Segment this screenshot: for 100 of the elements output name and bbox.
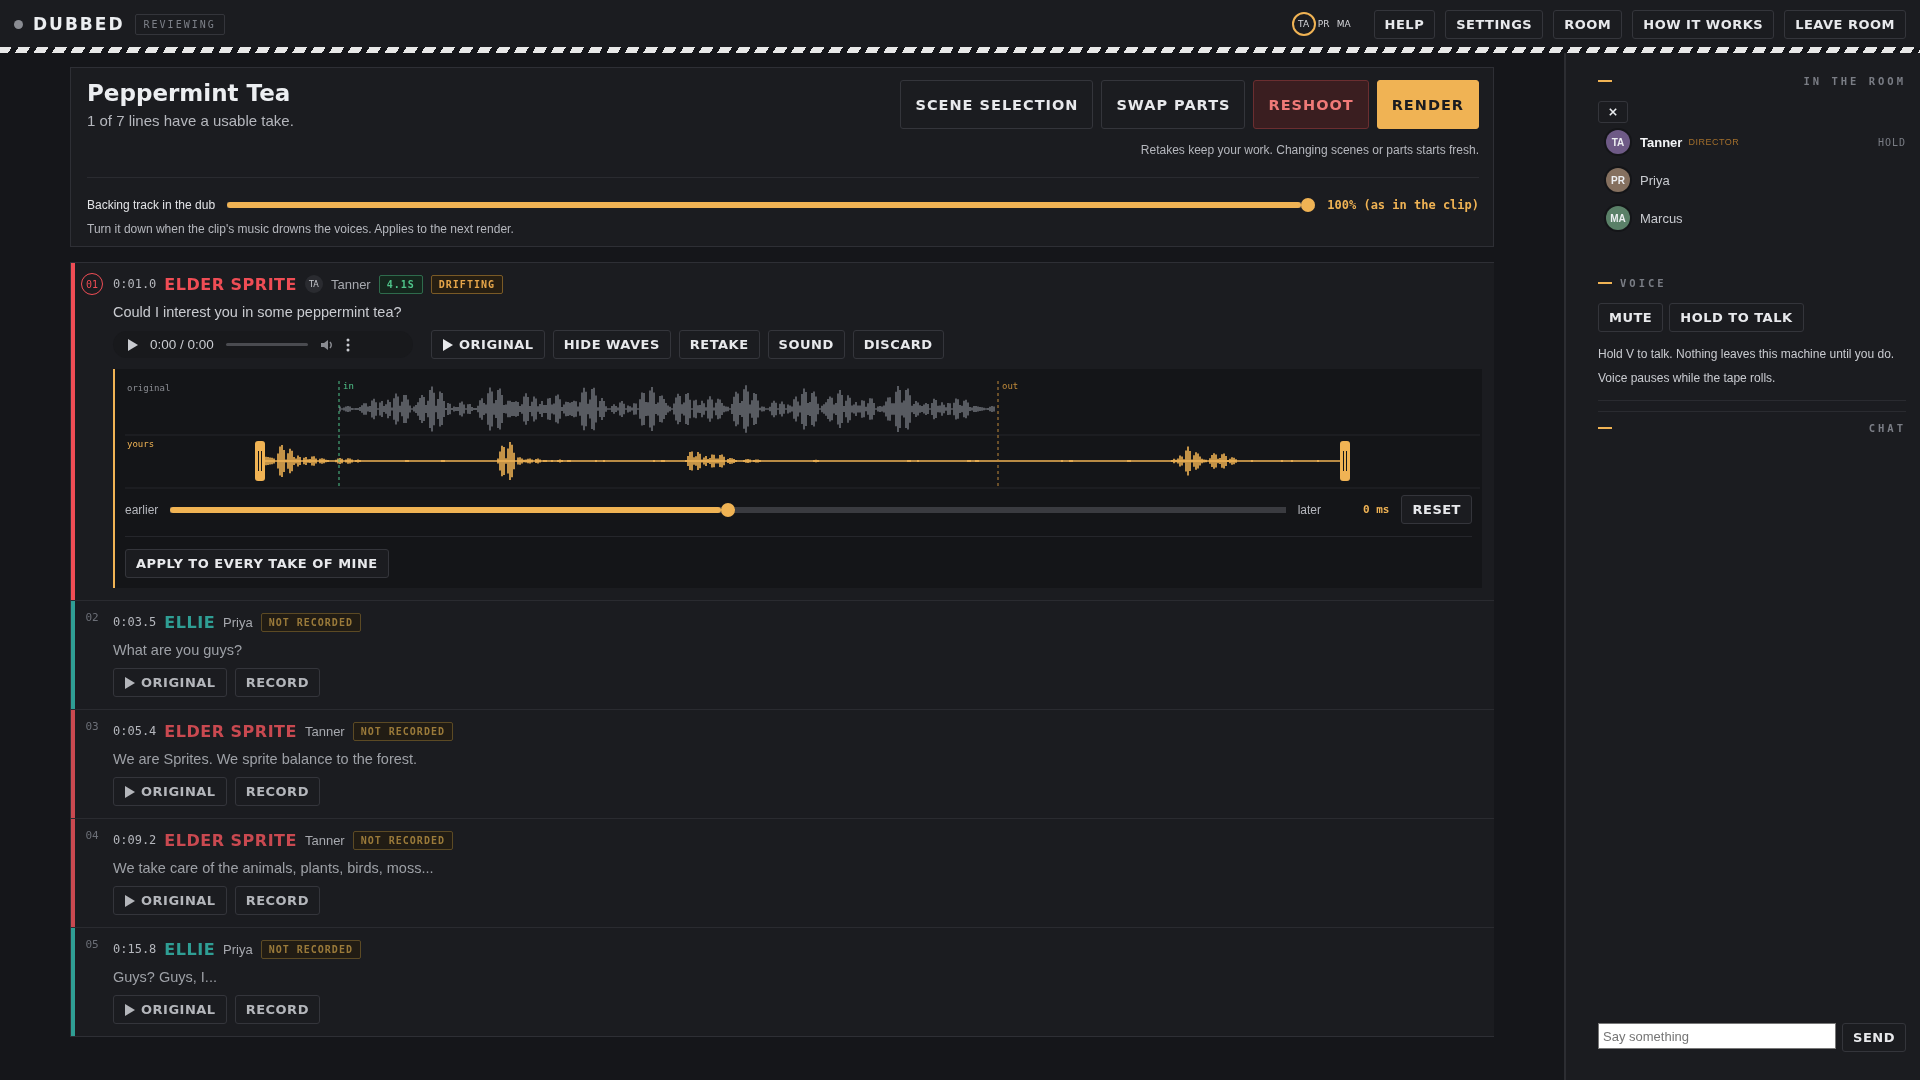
- action-button[interactable]: SCENE SELECTION: [900, 80, 1094, 129]
- status-dot: [14, 19, 23, 29]
- actor-name: Tanner: [330, 276, 371, 292]
- line-time: 0:03.5: [113, 615, 157, 629]
- voice-hint: Hold V to talk. Nothing leaves this machine until you do.: [1598, 346, 1896, 363]
- actor-name: Tanner: [304, 832, 345, 848]
- line-text: What are you guys?: [113, 642, 243, 658]
- status-badge: NOT RECORDED: [352, 830, 453, 850]
- line-action-button[interactable]: ORIGINAL: [113, 777, 227, 806]
- member-avatar: MA: [1606, 206, 1630, 230]
- participant-avatar: PR: [1316, 18, 1331, 31]
- progress-track[interactable]: [225, 343, 308, 346]
- character-name: ELDER SPRITE: [164, 721, 297, 741]
- nav-button[interactable]: HOW IT WORKS: [1632, 9, 1775, 39]
- trim-handle[interactable]: [1340, 441, 1350, 481]
- status-badge: 4.1S: [378, 274, 423, 294]
- scene-note: Retakes keep your work. Changing scenes or parts starts fresh.: [1139, 143, 1479, 157]
- character-name: ELDER SPRITE: [164, 274, 297, 294]
- line-number: 03: [85, 720, 99, 735]
- status-badge: NOT RECORDED: [260, 939, 361, 959]
- line-action-button[interactable]: DISCARD: [852, 330, 944, 359]
- row-label: original: [127, 383, 171, 393]
- action-button[interactable]: RENDER: [1376, 80, 1479, 129]
- playback-time: 0:00 / 0:00: [150, 337, 214, 352]
- play-icon[interactable]: [127, 338, 138, 351]
- app-logo: DUBBED: [33, 14, 125, 34]
- line-time: 0:09.2: [113, 833, 157, 847]
- character-name: ELLIE: [164, 612, 216, 632]
- volume-icon[interactable]: [319, 337, 334, 352]
- close-icon: [1609, 107, 1617, 117]
- member-avatar: PR: [1606, 168, 1630, 192]
- actor-name: Priya: [223, 614, 253, 630]
- member-name: Tanner: [1640, 134, 1683, 150]
- line-time: 0:05.4: [113, 724, 157, 738]
- line-action-button[interactable]: RECORD: [234, 886, 320, 915]
- nav-button[interactable]: ROOM: [1553, 9, 1623, 39]
- line-action-button[interactable]: ORIGINAL: [113, 668, 227, 697]
- slider-thumb[interactable]: [721, 502, 735, 517]
- apply-button[interactable]: APPLY TO EVERY TAKE OF MINE: [125, 549, 389, 578]
- section-heading: VOICE: [1620, 277, 1667, 289]
- marker-label: out: [1002, 381, 1019, 391]
- line-text: We are Sprites. We sprite balance to the forest.: [113, 751, 419, 767]
- line-action-button[interactable]: ORIGINAL: [113, 995, 227, 1024]
- actor-name: Priya: [223, 941, 253, 957]
- play-icon: [124, 676, 135, 689]
- member-name: Marcus: [1640, 210, 1683, 226]
- play-icon: [124, 894, 135, 907]
- action-button[interactable]: SWAP PARTS: [1101, 80, 1246, 129]
- line-action-button[interactable]: ORIGINAL: [431, 330, 545, 359]
- send-button[interactable]: SEND: [1842, 1023, 1906, 1052]
- slider-label: earlier: [125, 502, 159, 517]
- offset-reading: 0 ms: [1363, 503, 1390, 516]
- nav-button[interactable]: HELP: [1373, 9, 1436, 39]
- section-heading: IN THE ROOM: [1803, 75, 1906, 87]
- voice-button[interactable]: MUTE: [1598, 303, 1664, 332]
- line-action-button[interactable]: RECORD: [234, 777, 320, 806]
- line-text: Guys? Guys, I...: [113, 969, 218, 985]
- line-time: 0:01.0: [113, 277, 157, 291]
- action-button[interactable]: RESHOOT: [1253, 80, 1369, 129]
- status-badge: DRIFTING: [430, 274, 503, 294]
- line-time: 0:15.8: [113, 942, 157, 956]
- voice-button[interactable]: HOLD TO TALK: [1669, 303, 1804, 332]
- nav-button[interactable]: SETTINGS: [1445, 9, 1544, 39]
- nav-button[interactable]: LEAVE ROOM: [1784, 9, 1906, 39]
- slider-reading: 100% (as in the clip): [1327, 198, 1479, 212]
- line-text: We take care of the animals, plants, birds, moss...: [113, 860, 435, 876]
- scene-title: Peppermint Tea: [87, 80, 292, 106]
- status-badge: NOT RECORDED: [352, 721, 453, 741]
- slider-label: later: [1297, 502, 1321, 517]
- close-button[interactable]: [1598, 101, 1628, 123]
- participant-avatar: MA: [1335, 18, 1352, 31]
- line-number: 05: [85, 938, 99, 953]
- trim-handle[interactable]: [255, 441, 265, 481]
- row-label: yours: [127, 439, 155, 449]
- line-action-button[interactable]: ORIGINAL: [113, 886, 227, 915]
- section-heading: CHAT: [1868, 422, 1906, 434]
- slider-thumb[interactable]: [1301, 198, 1316, 212]
- line-action-button[interactable]: RECORD: [234, 995, 320, 1024]
- line-action-button[interactable]: SOUND: [767, 330, 845, 359]
- chat-input[interactable]: Say something: [1598, 1023, 1837, 1049]
- line-number: 02: [85, 611, 99, 626]
- member-status: HOLD: [1877, 136, 1906, 148]
- scene-summary: 1 of 7 lines have a usable take.: [87, 112, 294, 129]
- line-number: 04: [85, 829, 99, 844]
- member-role: DIRECTOR: [1688, 137, 1740, 147]
- line-action-button[interactable]: HIDE WAVES: [552, 330, 671, 359]
- slider-hint: Turn it down when the clip's music drowns the voices. Applies to the next render.: [87, 222, 515, 236]
- member-avatar: TA: [1606, 130, 1630, 154]
- line-action-button[interactable]: RECORD: [234, 668, 320, 697]
- line-action-button[interactable]: RETAKE: [678, 330, 760, 359]
- more-icon[interactable]: [345, 337, 350, 352]
- status-badge: NOT RECORDED: [260, 612, 361, 632]
- member-name: Priya: [1640, 172, 1670, 188]
- play-icon: [124, 785, 135, 798]
- line-text: Could I interest you in some peppermint tea?: [113, 304, 403, 320]
- actor-avatar: TA: [304, 275, 323, 293]
- voice-hint: Voice pauses while the tape rolls.: [1598, 370, 1777, 387]
- status-badge: REVIEWING: [134, 13, 225, 35]
- slider-label: Backing track in the dub: [87, 198, 216, 212]
- reset-button[interactable]: RESET: [1401, 495, 1472, 524]
